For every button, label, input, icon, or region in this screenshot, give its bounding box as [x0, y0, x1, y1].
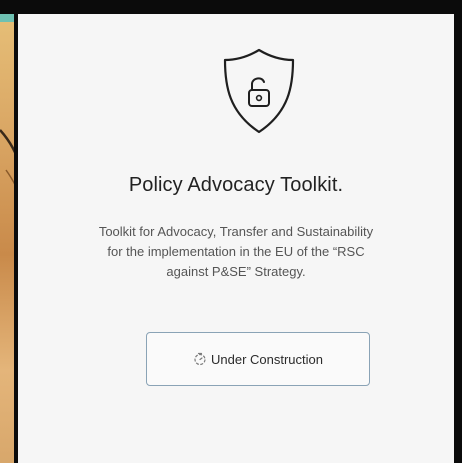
- under-construction-button[interactable]: Under Construction: [146, 332, 370, 386]
- card-description-line: against P&SE” Strategy.: [166, 264, 306, 279]
- right-frame-border: [454, 0, 462, 463]
- toolkit-card: Policy Advocacy Toolkit. Toolkit for Adv…: [14, 14, 454, 463]
- under-construction-label: Under Construction: [211, 351, 323, 367]
- card-description: Toolkit for Advocacy, Transfer and Susta…: [48, 222, 424, 282]
- shield-unlock-icon: [219, 46, 299, 138]
- card-description-line: Toolkit for Advocacy, Transfer and Susta…: [98, 224, 374, 239]
- card-description-line: for the implementation in the EU of the …: [107, 244, 365, 259]
- timer-icon: [193, 352, 207, 366]
- card-title: Policy Advocacy Toolkit.: [128, 174, 344, 196]
